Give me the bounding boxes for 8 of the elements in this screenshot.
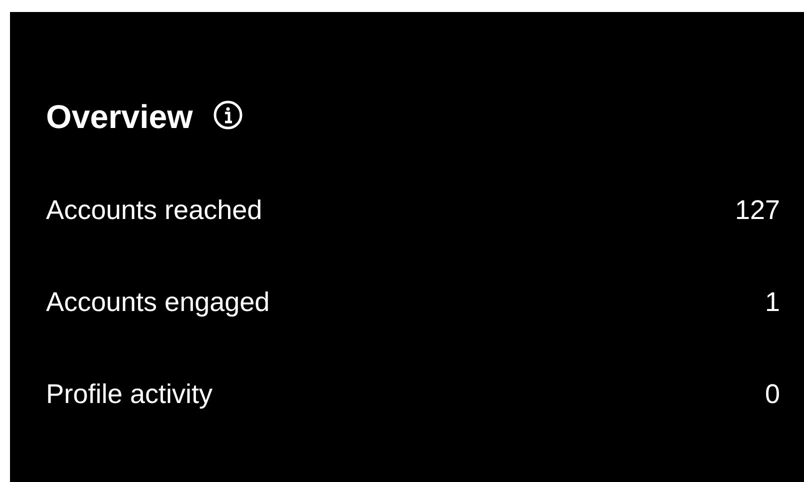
- section-title: Overview: [46, 97, 193, 138]
- metric-label: Profile activity: [46, 378, 213, 411]
- metric-value: 0: [764, 378, 780, 411]
- metric-label: Accounts engaged: [46, 286, 270, 319]
- metric-label: Accounts reached: [46, 194, 262, 227]
- metric-value: 1: [764, 286, 780, 319]
- info-icon[interactable]: [212, 100, 243, 130]
- metric-value: 127: [734, 194, 780, 227]
